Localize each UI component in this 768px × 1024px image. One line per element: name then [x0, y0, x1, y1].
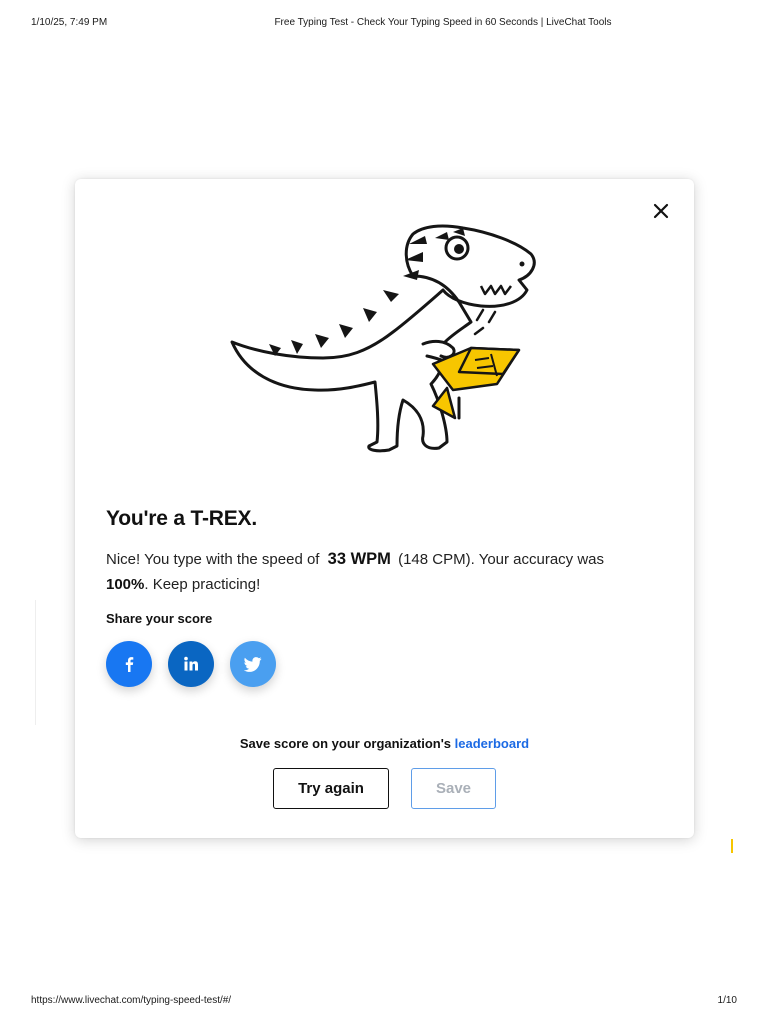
- share-linkedin-button[interactable]: [168, 641, 214, 687]
- result-summary: Nice! You type with the speed of 33 WPM …: [106, 547, 626, 597]
- leaderboard-text: Save score on your organization's: [239, 736, 452, 751]
- result-prefix: Nice! You type with the speed of: [106, 551, 320, 568]
- share-twitter-button[interactable]: [230, 641, 276, 687]
- facebook-icon: [125, 657, 134, 672]
- result-suffix: . Keep practicing!: [144, 576, 261, 593]
- wpm-value: 33 WPM: [327, 550, 391, 568]
- share-facebook-button[interactable]: [106, 641, 152, 687]
- leaderboard-link[interactable]: leaderboard: [455, 736, 529, 751]
- background-edge: [35, 600, 36, 725]
- leaderboard-prompt: Save score on your organization's leader…: [75, 736, 694, 751]
- try-again-button[interactable]: Try again: [273, 768, 389, 809]
- print-page-title: Free Typing Test - Check Your Typing Spe…: [274, 17, 612, 28]
- share-label: Share your score: [106, 611, 213, 626]
- close-button[interactable]: [649, 199, 673, 223]
- close-icon: [653, 203, 669, 219]
- accuracy-value: 100%: [106, 576, 145, 593]
- accuracy-prefix: Your accuracy was: [478, 551, 605, 568]
- save-button[interactable]: Save: [411, 768, 496, 809]
- result-modal: You're a T-REX. Nice! You type with the …: [75, 179, 694, 838]
- background-accent-mark: [731, 839, 733, 853]
- print-page-number: 1/10: [717, 995, 737, 1006]
- linkedin-icon: [184, 656, 198, 671]
- twitter-icon: [244, 656, 262, 672]
- cpm-value: (148 CPM).: [398, 551, 475, 568]
- print-url: https://www.livechat.com/typing-speed-te…: [31, 995, 232, 1006]
- result-title: You're a T-REX.: [106, 507, 257, 530]
- t-rex-illustration: [230, 224, 536, 453]
